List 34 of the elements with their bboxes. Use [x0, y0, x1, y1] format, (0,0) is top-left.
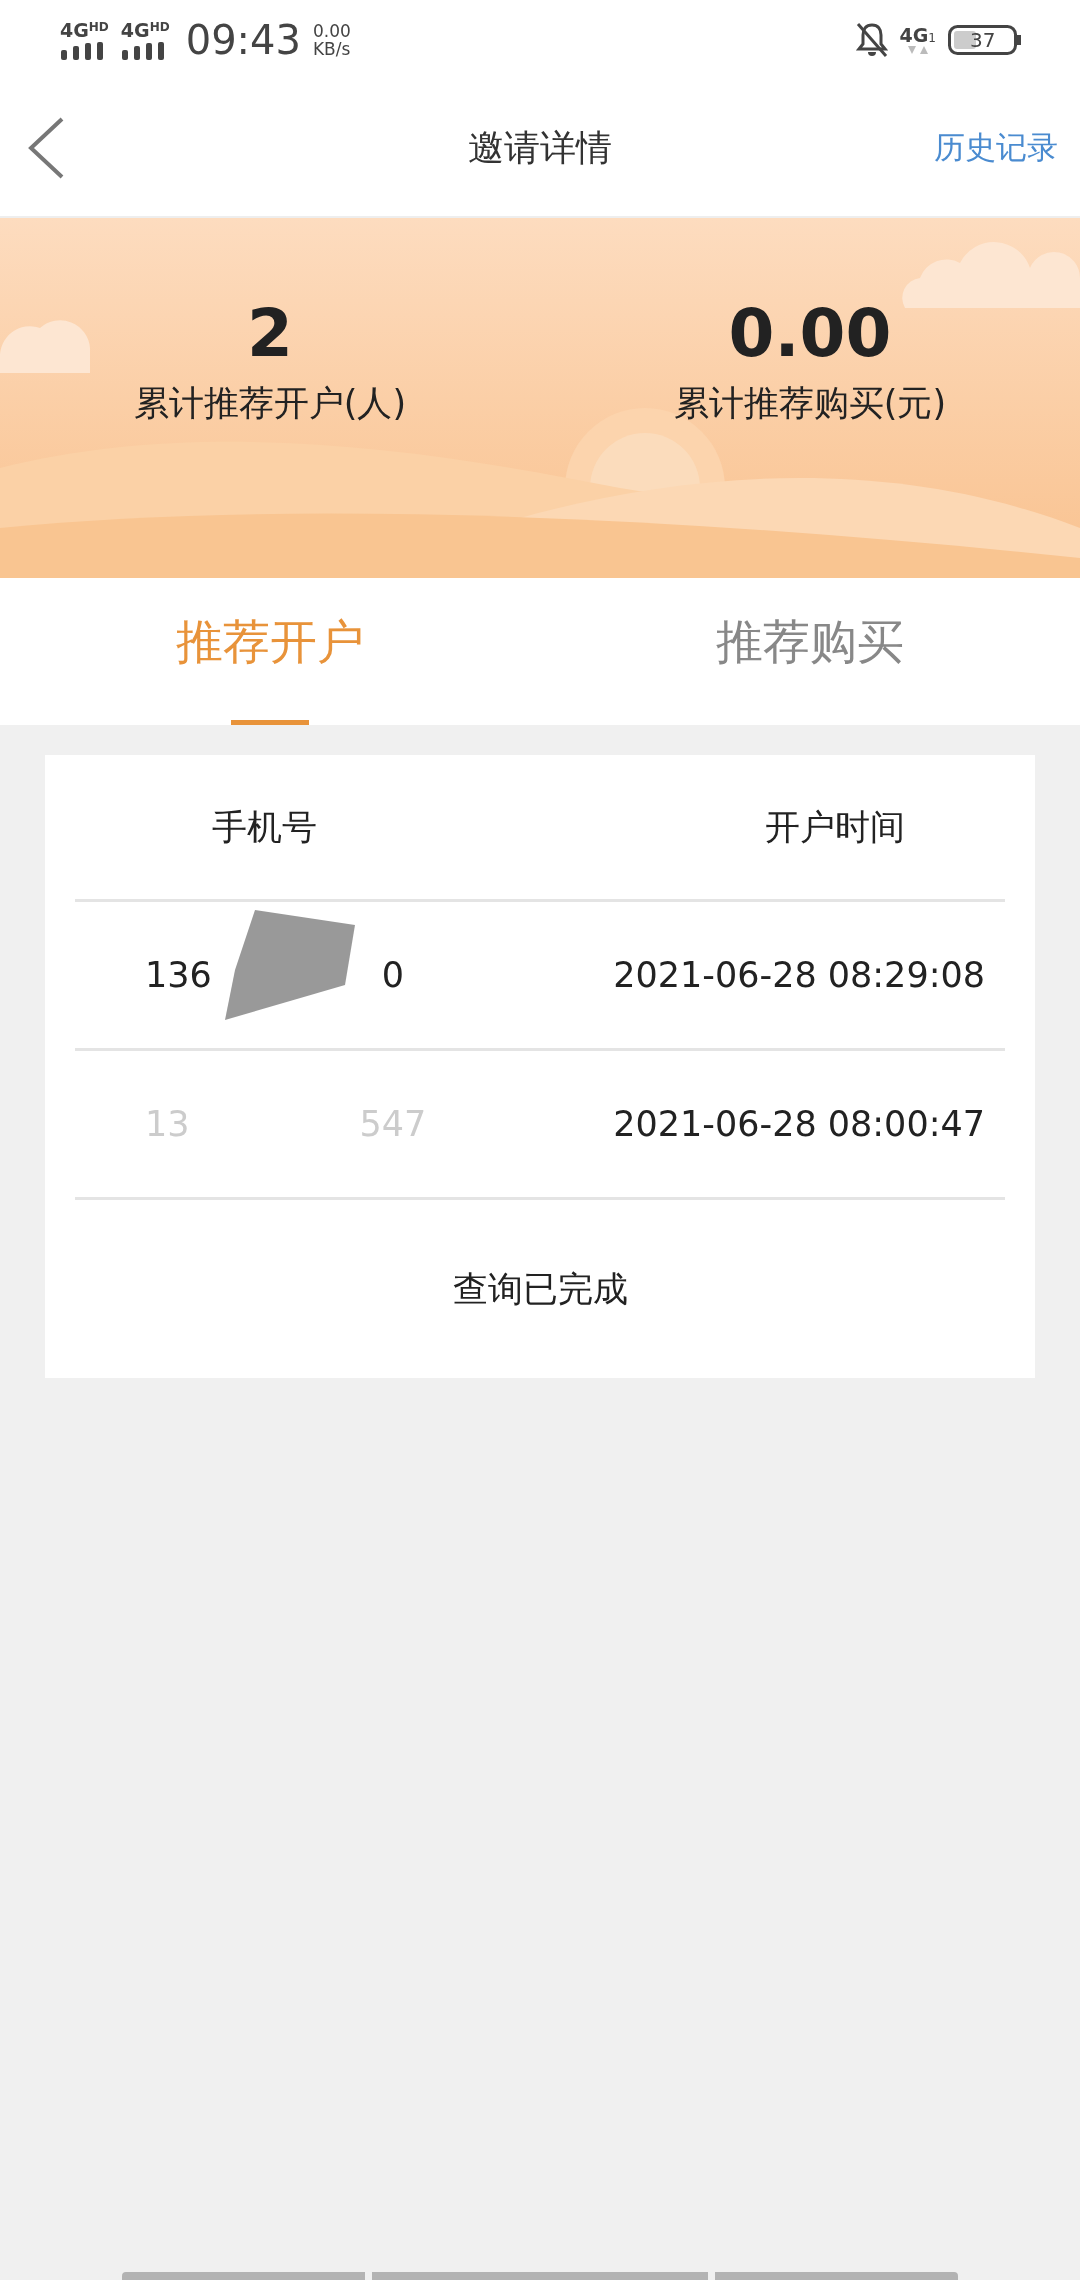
- signal-icon: [120, 42, 165, 60]
- network-label: 4G: [120, 20, 150, 40]
- table-cell-text: 2021-06-28 08:29:08: [612, 955, 986, 995]
- page-title: 邀请详情: [468, 125, 612, 170]
- total-label: 累计推荐购买(元): [673, 382, 947, 425]
- mobile-data-label: 4G: [899, 25, 929, 45]
- column-header: 手机号: [211, 805, 318, 849]
- sim-number: 1: [928, 31, 936, 45]
- battery-icon: [948, 25, 1022, 55]
- battery-level: 37: [970, 28, 996, 52]
- network-label: 4G: [60, 20, 89, 40]
- history-link[interactable]: 历史记录: [934, 127, 1058, 169]
- back-icon: [26, 116, 66, 180]
- data-arrows-icon: [906, 45, 929, 55]
- clock: 09:43: [185, 17, 301, 63]
- muted-bell-icon: [855, 22, 888, 58]
- gesture-bar[interactable]: [715, 2272, 958, 2280]
- gesture-bar[interactable]: [372, 2272, 708, 2280]
- gesture-bar[interactable]: [122, 2272, 365, 2280]
- status-message: 查询已完成: [451, 1267, 629, 1311]
- tab[interactable]: 推荐购买: [540, 581, 1080, 725]
- tab[interactable]: 推荐开户: [0, 581, 540, 725]
- network-tag: HD: [88, 20, 109, 34]
- signal-icon: [60, 42, 104, 60]
- phone-number: 0: [381, 955, 405, 995]
- network-tag: HD: [149, 20, 170, 34]
- total-value: 0.00: [728, 296, 892, 372]
- phone-number: 136: [145, 955, 212, 995]
- speed-unit: KB/s: [312, 40, 351, 58]
- total-label: 累计推荐开户(人): [133, 382, 407, 425]
- table-cell-text: 2021-06-28 08:00:47: [612, 1104, 986, 1144]
- speed-value: 0.00: [312, 22, 351, 40]
- column-header: 开户时间: [764, 805, 906, 849]
- total-value: 2: [247, 296, 293, 372]
